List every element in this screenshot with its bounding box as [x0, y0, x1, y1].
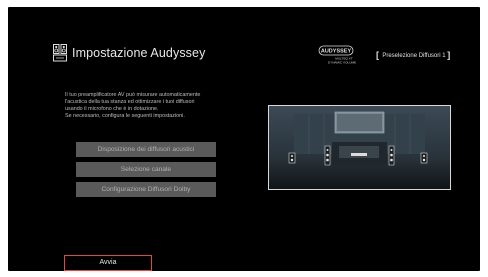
- description-line: l'acustica della tua stanza ed ottimizza…: [65, 98, 195, 105]
- logo-subtitle-2: DYNAMIC VOLUME: [328, 61, 356, 65]
- speaker-icon: [53, 44, 67, 62]
- dolby-speaker-config-button[interactable]: Configurazione Diffusori Dolby: [76, 182, 216, 197]
- start-button[interactable]: Avvia: [64, 255, 152, 271]
- audyssey-logo: AUDYSSEY MULTEQ XT DYNAMIC VOLUME: [318, 45, 356, 65]
- description-line: Il tuo preamplificatore AV può misurare …: [65, 92, 201, 98]
- description-line: Se necessario, configura le seguenti imp…: [65, 112, 185, 119]
- channel-select-button[interactable]: Selezione canale: [76, 162, 216, 177]
- page-title: Impostazione Audyssey: [72, 46, 206, 60]
- speaker-preset-indicator: [ Preselezione Diffusori 1 ]: [376, 50, 451, 60]
- room-illustration: [268, 105, 451, 190]
- preset-label: Preselezione Diffusori 1: [382, 53, 446, 59]
- setup-screen: Impostazione Audyssey AUDYSSEY MULTEQ XT…: [8, 7, 480, 271]
- speaker-layout-button[interactable]: Disposizione dei diffusori acustici: [76, 142, 216, 157]
- logo-brand: AUDYSSEY: [321, 49, 352, 55]
- description-text: Il tuo preamplificatore AV può misurare …: [65, 92, 275, 120]
- description-line: usando il microfono che è in dotazione.: [65, 105, 159, 112]
